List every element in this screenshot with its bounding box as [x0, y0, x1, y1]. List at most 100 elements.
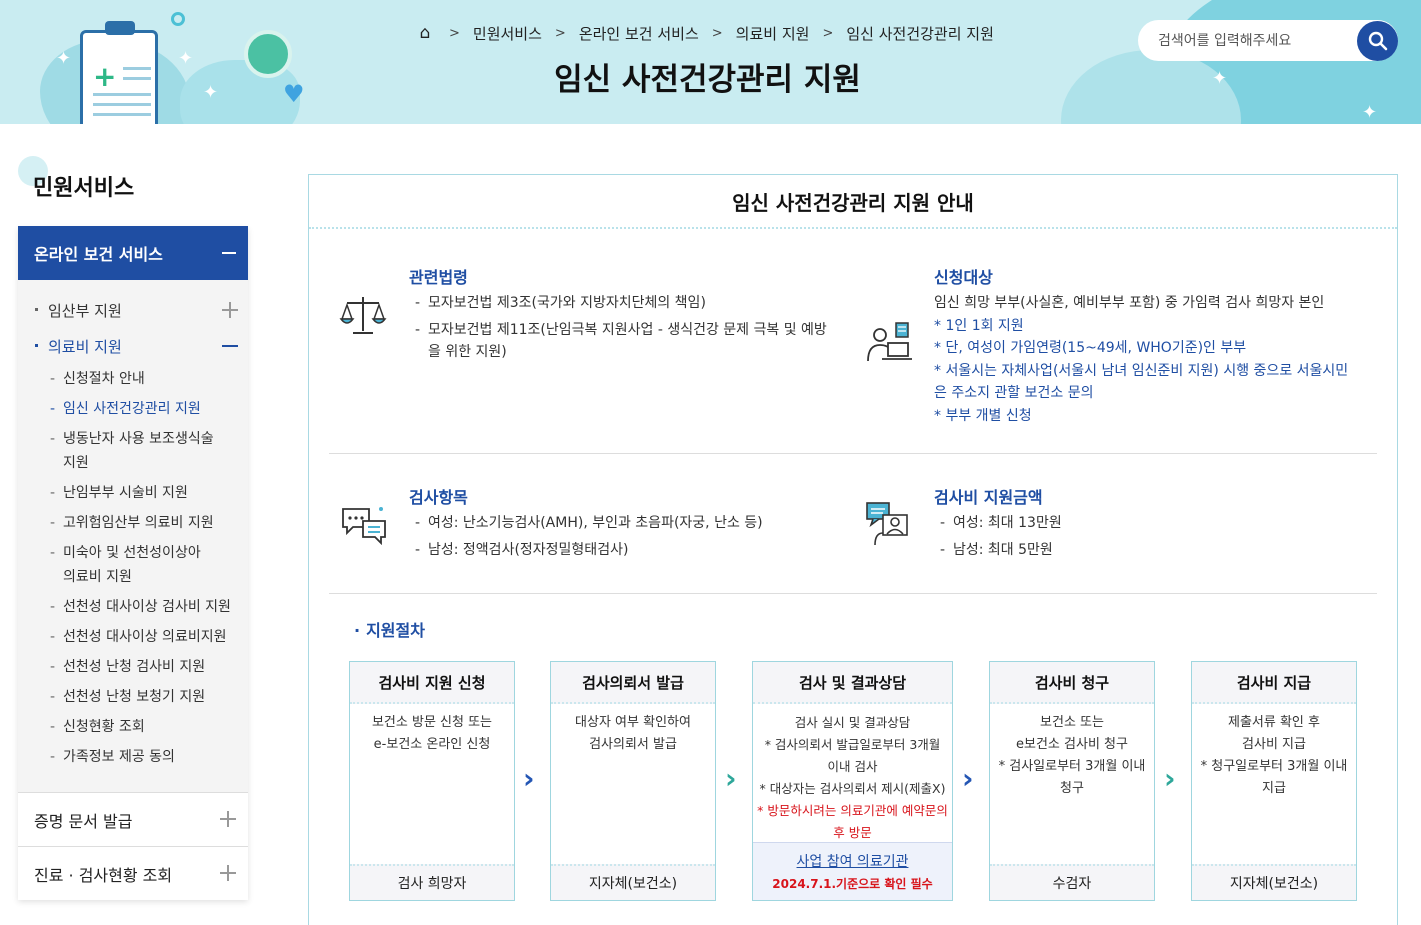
- procedure-step: 검사비 청구 보건소 또는 e보건소 검사비 청구 * 검사일로부터 3개월 이…: [989, 661, 1155, 901]
- step-title: 검사의뢰서 발급: [551, 662, 715, 704]
- sidebar-subitem[interactable]: - 선천성 난청 보청기 지원: [50, 685, 238, 709]
- breadcrumb: ⌂ > 민원서비스 > 온라인 보건 서비스 > 의료비 지원 > 임신 사전건…: [414, 22, 994, 44]
- procedure-step: 검사의뢰서 발급 대상자 여부 확인하여 검사의뢰서 발급 지자체(보건소): [550, 661, 716, 901]
- sidebar-title: 민원서비스: [33, 176, 135, 201]
- exam-title: 검사항목: [409, 488, 468, 507]
- content-title: 임신 사전건강관리 지원 안내: [732, 191, 974, 215]
- chevron-right-icon: >: [822, 25, 834, 41]
- chevron-right-icon: >: [711, 25, 723, 41]
- breadcrumb-item[interactable]: 민원서비스: [473, 23, 542, 44]
- sidebar-subitem-active[interactable]: - 임신 사전건강관리 지원: [50, 397, 238, 421]
- home-icon[interactable]: ⌂: [414, 23, 436, 43]
- clinics-note: 2024.7.1.기준으로 확인 필수: [772, 877, 933, 891]
- sidebar-subitem[interactable]: - 가족정보 제공 동의: [50, 745, 238, 769]
- list-item: 남성: 정액검사(정자정밀형태검사): [409, 539, 834, 562]
- procedure-step: 검사비 지원 신청 보건소 방문 신청 또는 e-보건소 온라인 신청 검사 희…: [349, 661, 515, 901]
- divider: [329, 453, 1377, 454]
- target-title: 신청대상: [934, 268, 993, 287]
- step-title: 검사 및 결과상담: [753, 662, 952, 704]
- step-actor: 수검자: [990, 864, 1154, 900]
- sparkle-icon: ✦: [1362, 102, 1378, 123]
- participating-clinics-link[interactable]: 사업 참여 의료기관: [753, 851, 952, 871]
- procedure-step: 검사 및 결과상담 검사 실시 및 결과상담 * 검사의뢰서 발급일로부터 3개…: [752, 661, 953, 901]
- step-body: 보건소 방문 신청 또는 e-보건소 온라인 신청: [371, 715, 493, 752]
- sidebar-subitem[interactable]: - 미숙아 및 선천성이상아 의료비 지원: [50, 541, 213, 589]
- sidebar-subitem[interactable]: - 신청절차 안내: [50, 367, 238, 391]
- step-title: 검사비 지급: [1192, 662, 1356, 704]
- search-input[interactable]: [1158, 30, 1348, 52]
- content-panel: 임신 사전건강관리 지원 안내 관련법령 모자보건법 제3조(국가와 지방자치단…: [308, 174, 1398, 925]
- consultation-icon: [866, 502, 908, 546]
- step-body: 대상자 여부 확인하여 검사의뢰서 발급: [575, 715, 691, 752]
- target-desc: 임신 희망 부부(사실혼, 예비부부 포함) 중 가임력 검사 희망자 본인: [934, 295, 1325, 311]
- sidebar-item-label: 의료비 지원: [48, 337, 122, 356]
- sidebar-subitem[interactable]: - 난임부부 시술비 지원: [50, 481, 238, 505]
- sidebar-item-medical-support[interactable]: 의료비 지원: [18, 331, 248, 361]
- law-title: 관련법령: [409, 268, 468, 287]
- sidebar-item-label: 임산부 지원: [48, 301, 122, 320]
- law-list: 모자보건법 제3조(국가와 지방자치단체의 책임) 모자보건법 제11조(난임극…: [409, 292, 834, 364]
- amount-title: 검사비 지원금액: [934, 488, 1043, 507]
- expand-icon[interactable]: [220, 811, 236, 827]
- step-title: 검사비 청구: [990, 662, 1154, 704]
- step-actor: 검사 희망자: [350, 864, 514, 900]
- sidebar-item-certificate[interactable]: 증명 문서 발급: [18, 793, 248, 846]
- search-icon: [1368, 31, 1387, 51]
- sidebar-item-exam-status[interactable]: 진료 · 검사현황 조회: [18, 847, 248, 900]
- sidebar-subitem[interactable]: - 선천성 대사이상 검사비 지원: [50, 595, 238, 619]
- scales-icon: [339, 297, 387, 334]
- bullet-icon: [35, 308, 38, 311]
- collapse-icon[interactable]: [222, 345, 238, 347]
- sidebar-item-label: 진료 · 검사현황 조회: [34, 865, 173, 885]
- bullet-icon: [35, 344, 38, 347]
- step-body: 보건소 또는 e보건소 검사비 청구 * 검사일로부터 3개월 이내 청구: [998, 715, 1146, 796]
- step-title: 검사비 지원 신청: [350, 662, 514, 704]
- target-note: * 단, 여성이 가임연령(15~49세, WHO기준)인 부부: [934, 340, 1247, 356]
- target-note: * 서울시는 자체사업(서울시 남녀 임신준비 지원) 시행 중으로 서울시민은…: [934, 362, 1349, 402]
- chevron-right-icon: >: [449, 25, 460, 41]
- participating-clinics: 사업 참여 의료기관 2024.7.1.기준으로 확인 필수: [753, 842, 952, 900]
- chevron-right-icon: ›: [1164, 762, 1176, 795]
- breadcrumb-item[interactable]: 의료비 지원: [736, 23, 810, 44]
- chevron-right-icon: ›: [523, 762, 535, 795]
- sidebar-section-header[interactable]: 온라인 보건 서비스: [18, 226, 248, 280]
- person-computer-icon: [867, 322, 912, 362]
- procedure-title: 지원절차: [354, 617, 425, 641]
- step-body: 검사 실시 및 결과상담 * 검사의뢰서 발급일로부터 3개월 이내 검사 * …: [757, 715, 948, 840]
- chevron-right-icon: ›: [725, 762, 737, 795]
- list-item: 모자보건법 제3조(국가와 지방자치단체의 책임): [409, 292, 834, 315]
- sidebar-subitem[interactable]: - 선천성 난청 검사비 지원: [50, 655, 238, 679]
- target-note: * 부부 개별 신청: [934, 407, 1032, 424]
- step-actor: 지자체(보건소): [551, 864, 715, 900]
- collapse-icon[interactable]: [222, 252, 236, 254]
- sidebar-item-pregnant-support[interactable]: 임산부 지원: [18, 295, 248, 325]
- sidebar-subitem[interactable]: - 선천성 대사이상 의료비지원: [50, 625, 238, 649]
- sidebar-item-label: 증명 문서 발급: [34, 811, 133, 831]
- sidebar-menu: 온라인 보건 서비스 임산부 지원 의료비 지원 - 신청절차 안내 - 임신 사전…: [18, 226, 248, 900]
- list-item: 여성: 난소기능검사(AMH), 부인과 초음파(자궁, 난소 등): [409, 512, 834, 535]
- list-item: 여성: 최대 13만원: [934, 512, 1359, 535]
- list-item: 모자보건법 제11조(난임극복 지원사업 - 생식건강 문제 극복 및 예방을 …: [409, 319, 834, 364]
- sidebar-section-label: 온라인 보건 서비스: [34, 245, 163, 264]
- target-list: 임신 희망 부부(사실혼, 예비부부 포함) 중 가임력 검사 희망자 본인 *…: [934, 292, 1359, 427]
- expand-icon[interactable]: [222, 302, 238, 318]
- sidebar-subitem[interactable]: - 신청현황 조회: [50, 715, 238, 739]
- chevron-right-icon: >: [554, 25, 566, 41]
- step-actor: 지자체(보건소): [1192, 864, 1356, 900]
- sidebar-subitem[interactable]: - 냉동난자 사용 보조생식술 지원: [50, 427, 223, 475]
- procedure-step: 검사비 지급 제출서류 확인 후 검사비 지급 * 청구일로부터 3개월 이내 …: [1191, 661, 1357, 901]
- target-note: * 1인 1회 지원: [934, 317, 1024, 334]
- chat-bubbles-icon: [342, 507, 386, 545]
- step-body: 제출서류 확인 후 검사비 지급 * 청구일로부터 3개월 이내 지급: [1200, 715, 1348, 796]
- list-item: 남성: 최대 5만원: [934, 539, 1359, 562]
- breadcrumb-item[interactable]: 온라인 보건 서비스: [579, 23, 699, 44]
- sidebar-subitem[interactable]: - 고위험임산부 의료비 지원: [50, 511, 238, 535]
- divider: [329, 593, 1377, 594]
- exam-list: 여성: 난소기능검사(AMH), 부인과 초음파(자궁, 난소 등) 남성: 정…: [409, 512, 834, 561]
- amount-list: 여성: 최대 13만원 남성: 최대 5만원: [934, 512, 1359, 561]
- search-button[interactable]: [1357, 21, 1398, 61]
- expand-icon[interactable]: [220, 865, 236, 881]
- ring-decoration-icon: [171, 12, 185, 26]
- breadcrumb-item[interactable]: 임신 사전건강관리 지원: [846, 23, 994, 44]
- divider: [309, 227, 1397, 229]
